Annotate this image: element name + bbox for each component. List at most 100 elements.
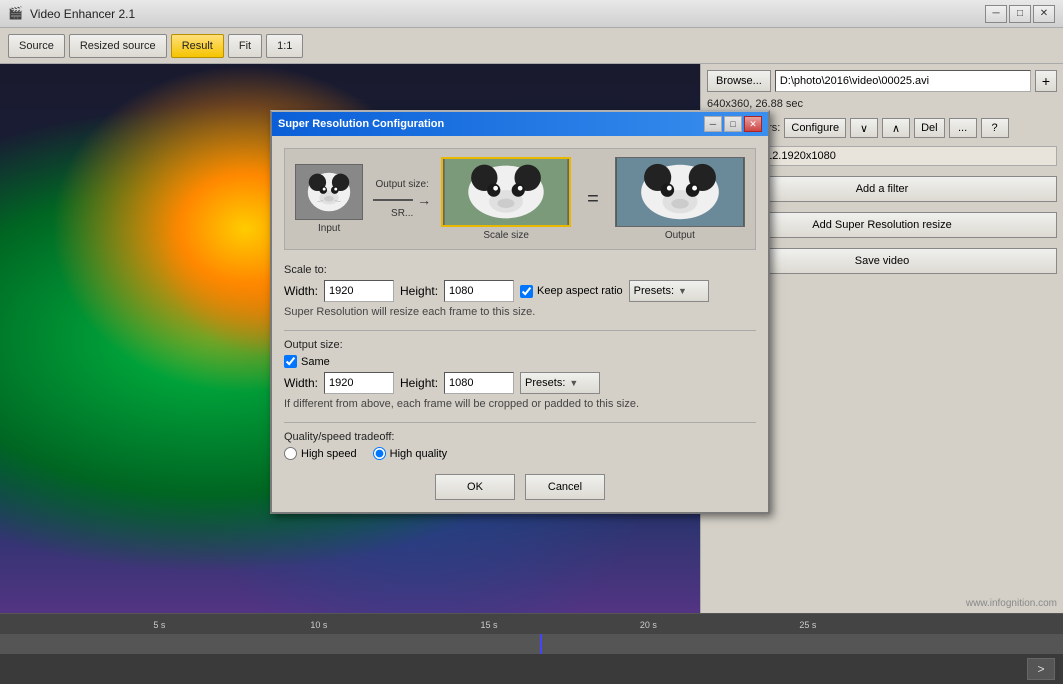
high-speed-label[interactable]: High speed: [284, 447, 357, 460]
high-quality-label[interactable]: High quality: [373, 447, 447, 460]
dialog-restore-button[interactable]: □: [724, 116, 742, 132]
restore-button[interactable]: □: [1009, 5, 1031, 23]
title-bar-controls: ─ □ ✕: [985, 5, 1055, 23]
marker-25s: 25 s: [799, 620, 816, 630]
delete-filter-button[interactable]: Del: [914, 118, 945, 138]
quality-section: Quality/speed tradeoff: High speed High …: [284, 431, 756, 460]
marker-5s: 5 s: [153, 620, 165, 630]
dialog-title-bar: Super Resolution Configuration ─ □ ✕: [272, 112, 768, 136]
input-preview: Input: [295, 164, 363, 234]
more-button[interactable]: ...: [949, 118, 977, 138]
quality-radio-group: High speed High quality: [284, 447, 756, 460]
scale-image: [441, 157, 571, 227]
next-frame-button[interactable]: >: [1027, 658, 1055, 680]
output-presets-arrow-icon: ▼: [569, 378, 578, 388]
width-label: Width:: [284, 284, 318, 298]
high-quality-radio[interactable]: [373, 447, 386, 460]
output-panda-svg: [616, 158, 744, 226]
presets-arrow-icon: ▼: [678, 286, 687, 296]
output-width-input[interactable]: [324, 372, 394, 394]
arrow-line: [373, 199, 413, 201]
scale-height-input[interactable]: [444, 280, 514, 302]
timeline-controls: >: [0, 654, 1063, 684]
preview-section: Input Output size: → SR...: [284, 148, 756, 250]
cancel-button[interactable]: Cancel: [525, 474, 605, 500]
scale-width-input[interactable]: [324, 280, 394, 302]
output-hint: If different from above, each frame will…: [284, 398, 756, 410]
dialog-buttons: OK Cancel: [284, 474, 756, 500]
output-size-heading: Output size:: [284, 339, 343, 351]
resized-source-button[interactable]: Resized source: [69, 34, 167, 58]
title-bar-left: 🎬 Video Enhancer 2.1: [8, 6, 135, 22]
dialog-content: Input Output size: → SR...: [272, 136, 768, 512]
input-panda-svg: [296, 165, 362, 219]
file-path-input[interactable]: [775, 70, 1031, 92]
ok-button[interactable]: OK: [435, 474, 515, 500]
source-button[interactable]: Source: [8, 34, 65, 58]
dialog-title-controls: ─ □ ✕: [704, 116, 762, 132]
toolbar: Source Resized source Result Fit 1:1: [0, 28, 1063, 64]
marker-15s: 15 s: [480, 620, 497, 630]
marker-20s: 20 s: [640, 620, 657, 630]
same-label[interactable]: Same: [284, 355, 330, 368]
same-checkbox[interactable]: [284, 355, 297, 368]
marker-10s: 10 s: [310, 620, 327, 630]
result-button[interactable]: Result: [171, 34, 224, 58]
input-label: Input: [318, 223, 340, 234]
output-size-section: Output size: Same Width: Height: Presets…: [284, 339, 756, 410]
browse-button[interactable]: Browse...: [707, 70, 771, 92]
timeline: 5 s 10 s 15 s 20 s 25 s >: [0, 613, 1063, 663]
output-height-label: Height:: [400, 376, 438, 390]
move-down-button[interactable]: ∧: [882, 118, 910, 138]
keep-aspect-checkbox[interactable]: [520, 285, 533, 298]
output-label: Output: [665, 230, 695, 241]
dialog-close-button[interactable]: ✕: [744, 116, 762, 132]
help-button[interactable]: ?: [981, 118, 1009, 138]
output-image: [615, 157, 745, 227]
arrow-head: →: [417, 192, 431, 208]
title-bar: 🎬 Video Enhancer 2.1 ─ □ ✕: [0, 0, 1063, 28]
equal-sign: =: [587, 188, 599, 211]
configure-button[interactable]: Configure: [784, 118, 846, 138]
divider-1: [284, 330, 756, 331]
scale-hint: Super Resolution will resize each frame …: [284, 306, 756, 318]
playhead: [540, 634, 542, 654]
output-size-label-row: Output size:: [284, 339, 756, 351]
scale-preview: Scale size: [441, 157, 571, 241]
scale-panda-svg: [443, 159, 569, 225]
app-icon: 🎬: [8, 6, 24, 22]
dialog-minimize-button[interactable]: ─: [704, 116, 722, 132]
add-file-button[interactable]: +: [1035, 70, 1057, 92]
fit-button[interactable]: Fit: [228, 34, 262, 58]
browse-row: Browse... +: [707, 70, 1057, 92]
quality-label: Quality/speed tradeoff:: [284, 431, 756, 443]
same-row: Same: [284, 355, 756, 368]
sr-label: SR...: [391, 208, 413, 219]
timeline-bar[interactable]: [0, 634, 1063, 654]
height-label: Height:: [400, 284, 438, 298]
output-width-label: Width:: [284, 376, 318, 390]
one-to-one-button[interactable]: 1:1: [266, 34, 303, 58]
input-image: [295, 164, 363, 220]
keep-aspect-label[interactable]: Keep aspect ratio: [520, 285, 623, 298]
output-preview: Output: [615, 157, 745, 241]
scale-dimensions-row: Width: Height: Keep aspect ratio Presets…: [284, 280, 756, 302]
app-title: Video Enhancer 2.1: [30, 7, 135, 21]
output-height-input[interactable]: [444, 372, 514, 394]
timeline-ruler: 5 s 10 s 15 s 20 s 25 s: [0, 614, 1063, 634]
divider-2: [284, 422, 756, 423]
dialog-title: Super Resolution Configuration: [278, 118, 444, 130]
presets-select[interactable]: Presets: ▼: [629, 280, 709, 302]
arrow-block: Output size: → SR...: [373, 179, 431, 219]
high-speed-radio[interactable]: [284, 447, 297, 460]
close-button[interactable]: ✕: [1033, 5, 1055, 23]
watermark: www.infognition.com: [966, 598, 1057, 609]
output-size-label: Output size:: [375, 179, 428, 190]
super-resolution-dialog: Super Resolution Configuration ─ □ ✕: [270, 110, 770, 514]
scale-to-label: Scale to:: [284, 264, 756, 276]
minimize-button[interactable]: ─: [985, 5, 1007, 23]
scale-to-section: Scale to: Width: Height: Keep aspect rat…: [284, 264, 756, 318]
move-up-button[interactable]: ∨: [850, 118, 878, 138]
output-presets-select[interactable]: Presets: ▼: [520, 372, 600, 394]
scale-label: Scale size: [483, 230, 529, 241]
